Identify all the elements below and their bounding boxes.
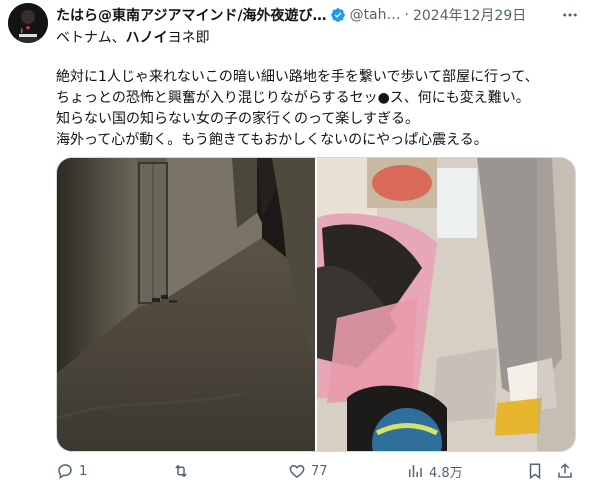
bookmark-icon [526,462,544,480]
author-avatar[interactable]: I [8,3,48,43]
more-icon[interactable] [561,6,579,24]
tweet-header: たはら@東南アジアマインド/海外夜遊び… @tah… · 2024年12月29日 [56,4,579,26]
tweet-actions: 1 77 4.8万 [56,459,576,483]
views-count: 4.8万 [429,465,463,481]
like-icon [288,462,306,480]
share-icon [556,462,574,480]
share-button[interactable] [556,462,574,480]
like-count: 77 [311,463,328,479]
views-button[interactable]: 4.8万 [406,462,463,481]
author-handle[interactable]: @tah… [350,7,401,23]
location-suffix: ヨネ即 [167,30,210,46]
reply-icon [56,462,74,480]
reply-button[interactable]: 1 [56,462,87,480]
location-bold: ハノイ [125,30,168,46]
separator-dot: · [404,7,409,23]
bookmark-button[interactable] [526,462,544,480]
like-button[interactable]: 77 [288,462,328,480]
location-line: ベトナム、ハノイヨネ即 [56,27,210,47]
verified-badge-icon [330,7,346,23]
photo-alley[interactable] [57,158,315,451]
location-prefix: ベトナム、 [56,30,126,46]
media-grid [56,157,576,452]
repost-button[interactable] [172,462,195,480]
tweet-date[interactable]: 2024年12月29日 [413,5,526,25]
author-name[interactable]: たはら@東南アジアマインド/海外夜遊び… [56,5,327,25]
svg-text:I: I [21,28,23,35]
repost-icon [172,462,190,480]
tweet-text: 絶対に1人じゃ来れないこの暗い細い路地を手を繋いで歩いて部屋に行って、 ちょっと… [56,69,539,148]
reply-count: 1 [79,463,88,479]
views-icon [406,462,424,480]
photo-room[interactable] [317,158,575,451]
